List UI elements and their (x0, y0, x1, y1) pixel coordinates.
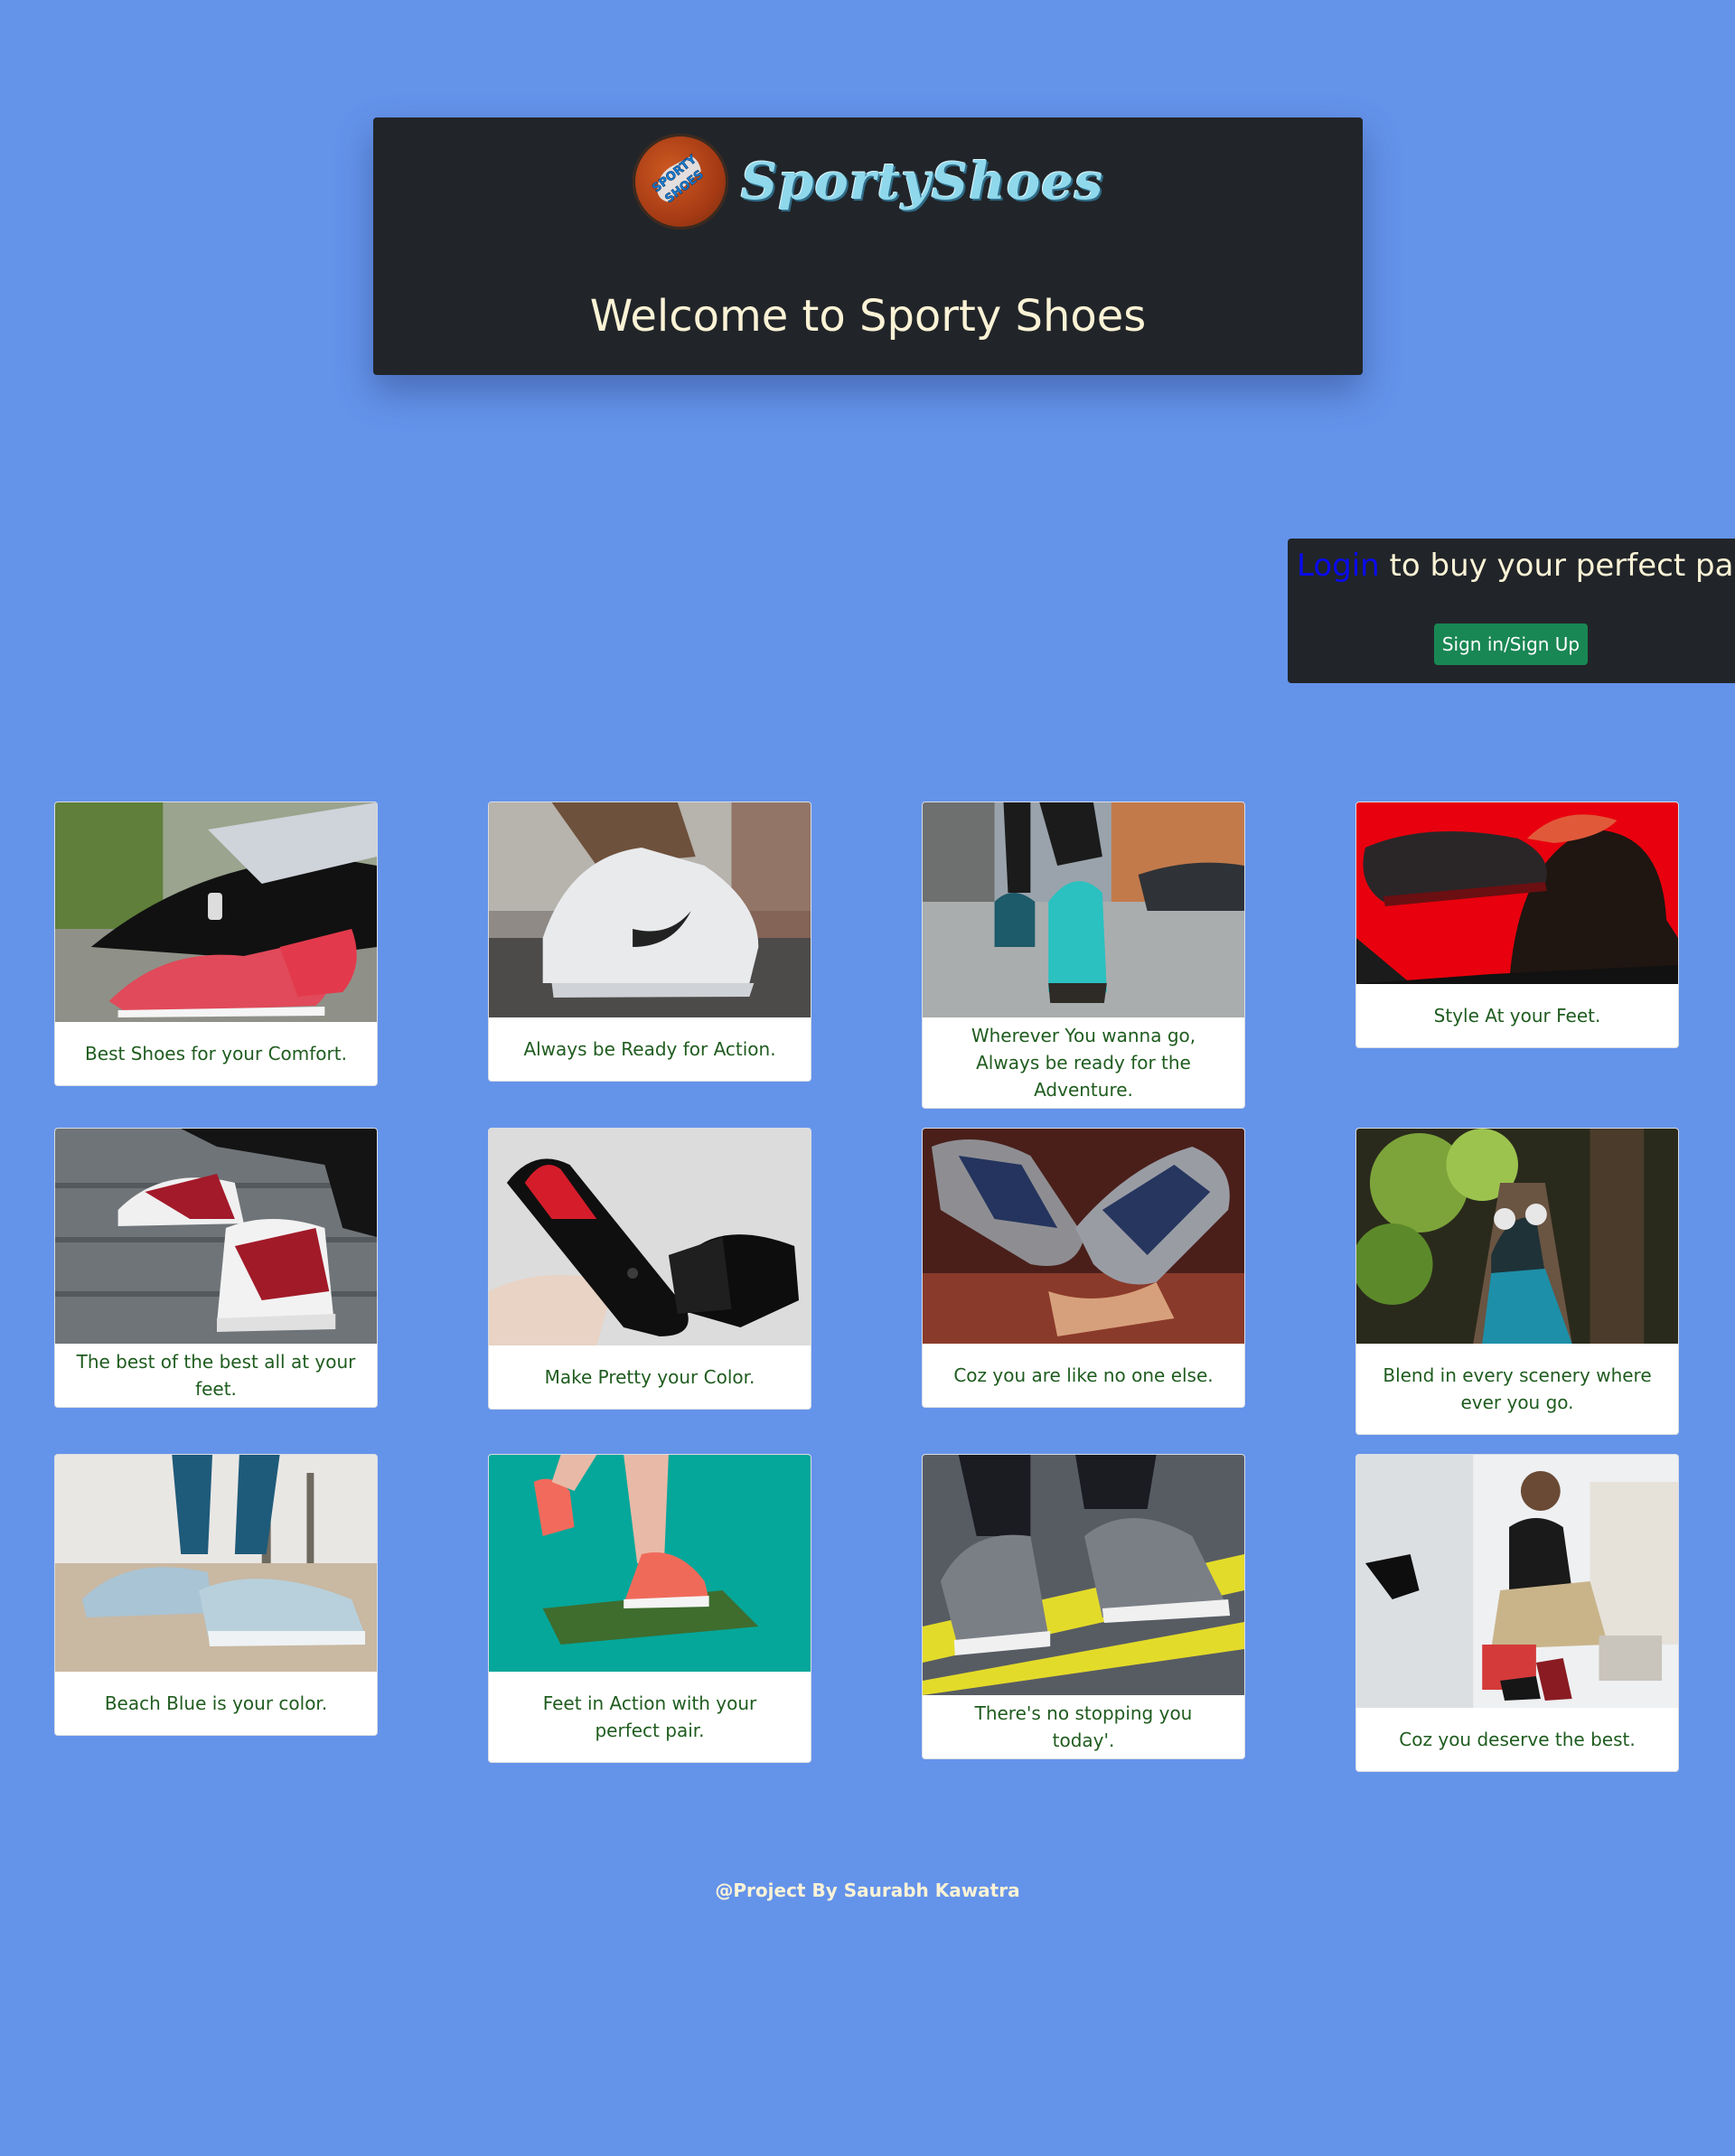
black-patent-loafers-photo (489, 1129, 811, 1345)
woman-trying-heels-shop-photo (1356, 1455, 1678, 1708)
product-card[interactable]: The best of the best all at your feet. (54, 1128, 378, 1408)
card-caption: Coz you deserve the best. (1399, 1729, 1636, 1750)
site-header: SPORTY SHOES SportyShoes Welcome to Spor… (373, 117, 1363, 375)
product-card[interactable]: Coz you deserve the best. (1355, 1454, 1679, 1772)
man-holding-black-sneaker-red-background-photo (1356, 802, 1678, 984)
logo[interactable]: SPORTY SHOES SportyShoes (373, 134, 1363, 230)
light-blue-running-shoes-beach-photo (55, 1455, 377, 1672)
walking-teal-sneakers-city-photo (923, 802, 1244, 1017)
product-card[interactable]: Feet in Action with your perfect pair. (488, 1454, 811, 1763)
card-caption: There's no stopping you today'. (974, 1702, 1193, 1751)
bowling-style-shoes-photo (923, 1129, 1244, 1344)
product-card[interactable]: Blend in every scenery where ever you go… (1355, 1128, 1679, 1435)
product-card[interactable]: Always be Ready for Action. (488, 801, 811, 1082)
product-card[interactable]: Style At your Feet. (1355, 801, 1679, 1048)
page-title: Welcome to Sporty Shoes (589, 291, 1147, 342)
red-white-high-tops-stairs-photo (55, 1129, 377, 1344)
card-caption: Wherever You wanna go, Always be ready f… (971, 1025, 1196, 1101)
login-prompt-text: to buy your perfect pair (1379, 548, 1735, 584)
card-caption: Blend in every scenery where ever you go… (1383, 1364, 1652, 1413)
card-caption: Coz you are like no one else. (953, 1364, 1214, 1386)
product-card[interactable]: Coz you are like no one else. (922, 1128, 1245, 1408)
card-caption: Feet in Action with your perfect pair. (542, 1692, 757, 1741)
signin-signup-button[interactable]: Sign in/Sign Up (1434, 623, 1588, 665)
card-caption: Style At your Feet. (1433, 1005, 1601, 1026)
orange-sneakers-turf-teal-photo (489, 1455, 811, 1672)
grey-knit-sneakers-yellow-line-photo (923, 1455, 1244, 1695)
woman-tying-red-sneaker-photo (55, 802, 377, 1022)
login-prompt: Login to buy your perfect pair (1297, 548, 1735, 584)
login-panel: Login to buy your perfect pair Sign in/S… (1288, 539, 1735, 683)
footer-credit: @Project By Saurabh Kawatra (715, 1879, 1020, 1901)
forest-log-sneakers-photo (1356, 1129, 1678, 1344)
white-sneaker-on-road-photo (489, 802, 811, 1017)
login-link[interactable]: Login (1297, 548, 1380, 584)
card-caption: Best Shoes for your Comfort. (85, 1043, 347, 1064)
card-caption: Beach Blue is your color. (104, 1692, 328, 1714)
product-card[interactable]: Beach Blue is your color. (54, 1454, 378, 1736)
card-caption: The best of the best all at your feet. (76, 1351, 356, 1400)
card-caption: Make Pretty your Color. (544, 1366, 755, 1388)
product-card[interactable]: Wherever You wanna go, Always be ready f… (922, 801, 1245, 1109)
product-card[interactable]: Make Pretty your Color. (488, 1128, 811, 1410)
product-card[interactable]: Best Shoes for your Comfort. (54, 801, 378, 1086)
product-card[interactable]: There's no stopping you today'. (922, 1454, 1245, 1759)
logo-badge-icon: SPORTY SHOES (632, 134, 728, 230)
card-caption: Always be Ready for Action. (523, 1038, 776, 1060)
logo-wordmark: SportyShoes (740, 152, 1104, 211)
